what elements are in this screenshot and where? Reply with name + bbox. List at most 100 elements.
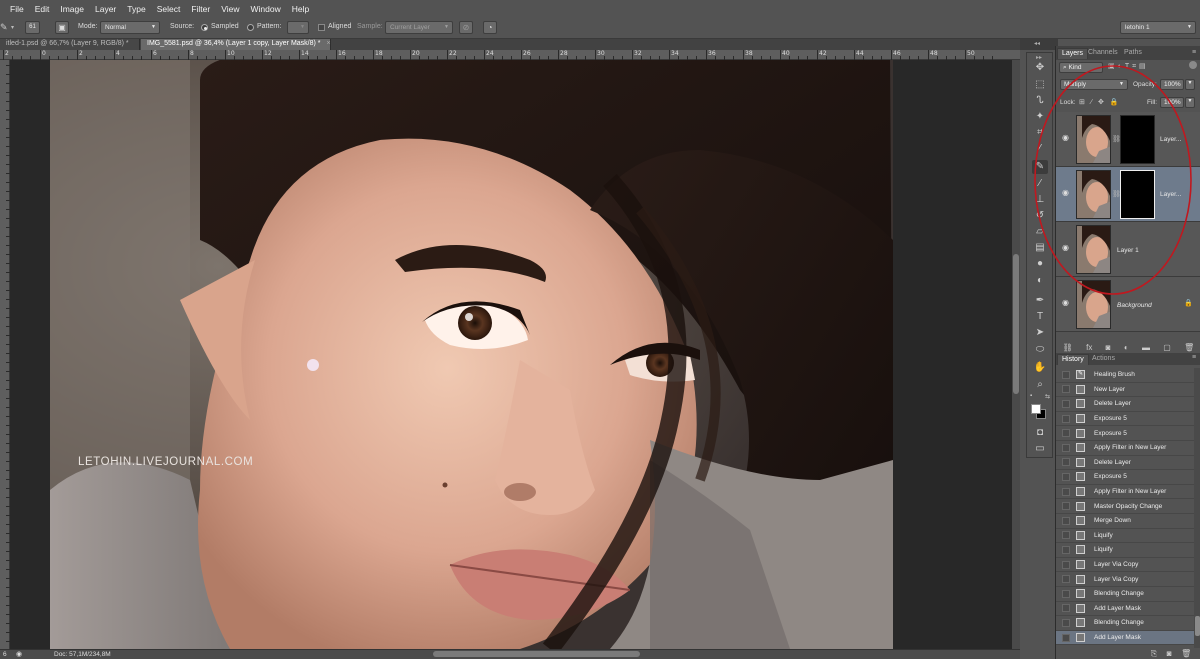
link-layers-icon[interactable]: ⛓ bbox=[1063, 343, 1073, 352]
tab-channels[interactable]: Channels bbox=[1084, 48, 1122, 59]
panel-collapse-strip[interactable]: ◂◂ bbox=[1020, 39, 1058, 50]
menu-window[interactable]: Window bbox=[250, 4, 280, 14]
history-state-checkbox[interactable] bbox=[1062, 516, 1070, 525]
history-state-checkbox[interactable] bbox=[1062, 502, 1070, 511]
history-state-checkbox[interactable] bbox=[1062, 575, 1070, 584]
history-item[interactable]: New Layer bbox=[1056, 382, 1194, 398]
history-item[interactable]: Delete Layer bbox=[1056, 397, 1194, 412]
menu-select[interactable]: Select bbox=[157, 4, 181, 14]
swap-colors-icon[interactable]: ⇆ bbox=[1045, 393, 1050, 400]
healing-brush-tool-icon[interactable]: ✎ bbox=[0, 22, 10, 34]
hand-tool-icon[interactable]: ✋ bbox=[1032, 361, 1048, 375]
sample-select[interactable]: Current Layer ▼ bbox=[385, 21, 453, 34]
history-state-checkbox[interactable] bbox=[1062, 370, 1070, 379]
eye-icon[interactable]: ◉ bbox=[1062, 299, 1072, 307]
menu-type[interactable]: Type bbox=[127, 4, 145, 14]
menu-file[interactable]: File bbox=[10, 4, 24, 14]
menu-image[interactable]: Image bbox=[60, 4, 84, 14]
quick-mask-icon[interactable]: ◘ bbox=[1032, 426, 1048, 440]
tab-history[interactable]: History bbox=[1057, 354, 1089, 365]
history-item[interactable]: Master Opacity Change bbox=[1056, 499, 1194, 514]
history-item[interactable]: Merge Down bbox=[1056, 514, 1194, 529]
mode-select[interactable]: Normal ▼ bbox=[100, 21, 160, 34]
history-state-checkbox[interactable] bbox=[1062, 399, 1070, 408]
history-item[interactable]: Exposure 5 bbox=[1056, 470, 1194, 485]
clone-source-panel-icon[interactable]: ▣ bbox=[55, 21, 69, 34]
delete-layer-icon[interactable]: 🗑 bbox=[1184, 343, 1194, 352]
history-state-checkbox[interactable] bbox=[1062, 604, 1070, 613]
new-document-from-state-icon[interactable]: ⎘ bbox=[1151, 649, 1157, 659]
history-item[interactable]: ✎ Healing Brush bbox=[1056, 368, 1194, 383]
fx-icon[interactable]: fx bbox=[1086, 343, 1092, 352]
horizontal-scroll-thumb[interactable] bbox=[433, 651, 640, 657]
history-item[interactable]: Exposure 5 bbox=[1056, 426, 1194, 441]
snapshot-icon[interactable]: ◙ bbox=[1167, 649, 1172, 659]
aligned-checkbox[interactable] bbox=[318, 24, 325, 31]
brush-size-picker[interactable]: 61 bbox=[25, 21, 40, 34]
vertical-scroll-thumb[interactable] bbox=[1013, 254, 1019, 394]
adjustment-layer-icon[interactable]: ◐ bbox=[1124, 343, 1129, 352]
screen-mode-icon[interactable]: ▭ bbox=[1032, 442, 1048, 456]
zoom-tool-icon[interactable]: ⌕ bbox=[1032, 378, 1048, 392]
history-item[interactable]: Add Layer Mask bbox=[1056, 601, 1194, 617]
history-state-checkbox[interactable] bbox=[1062, 589, 1070, 598]
layer-name[interactable]: Background bbox=[1117, 302, 1152, 309]
new-group-icon[interactable]: ▬ bbox=[1142, 343, 1150, 352]
history-state-checkbox[interactable] bbox=[1062, 385, 1070, 394]
panel-menu-icon[interactable]: ≡ bbox=[1192, 49, 1196, 56]
tab-actions[interactable]: Actions bbox=[1088, 354, 1119, 365]
new-layer-icon[interactable]: ▢ bbox=[1163, 343, 1171, 352]
history-item[interactable]: Apply Filter in New Layer bbox=[1056, 484, 1194, 500]
history-state-checkbox[interactable] bbox=[1062, 633, 1070, 642]
default-colors-icon[interactable]: ▪ bbox=[1030, 393, 1032, 399]
history-state-checkbox[interactable] bbox=[1062, 618, 1070, 627]
tab-img-5581[interactable]: IMG_5581.psd @ 36,4% (Layer 1 copy, Laye… bbox=[141, 39, 331, 50]
history-scrollbar[interactable] bbox=[1194, 368, 1200, 648]
history-state-checkbox[interactable] bbox=[1062, 472, 1070, 481]
history-item[interactable]: Add Layer Mask bbox=[1056, 630, 1194, 646]
history-state-checkbox[interactable] bbox=[1062, 531, 1070, 540]
delete-state-icon[interactable]: 🗑 bbox=[1181, 649, 1191, 659]
toolbar-collapse-icon[interactable]: ▸▸ bbox=[1036, 54, 1042, 61]
pattern-picker[interactable]: ▼ bbox=[287, 21, 309, 34]
doc-info[interactable]: Doc: 57,1M/234,8M bbox=[54, 651, 111, 658]
source-pattern-radio[interactable] bbox=[247, 24, 254, 31]
history-item[interactable]: Blending Change bbox=[1056, 587, 1194, 602]
menu-help[interactable]: Help bbox=[292, 4, 309, 14]
foreground-color-swatch[interactable] bbox=[1031, 404, 1041, 414]
history-item[interactable]: Layer Via Copy bbox=[1056, 557, 1194, 573]
menu-layer[interactable]: Layer bbox=[95, 4, 116, 14]
ignore-adjustment-layers-icon[interactable]: ⊘ bbox=[459, 21, 473, 34]
history-state-checkbox[interactable] bbox=[1062, 458, 1070, 467]
tab-paths[interactable]: Paths bbox=[1120, 48, 1146, 59]
menu-view[interactable]: View bbox=[221, 4, 239, 14]
history-item[interactable]: Liquify bbox=[1056, 543, 1194, 558]
history-item[interactable]: Blending Change bbox=[1056, 616, 1194, 631]
menu-filter[interactable]: Filter bbox=[191, 4, 210, 14]
tool-preset-arrow-icon[interactable]: ▾ bbox=[11, 24, 14, 31]
add-mask-icon[interactable]: ◙ bbox=[1106, 343, 1111, 352]
path-selection-tool-icon[interactable]: ➤ bbox=[1032, 326, 1048, 340]
source-sampled-radio[interactable] bbox=[201, 24, 208, 31]
close-icon[interactable]: × bbox=[327, 40, 331, 47]
tab-untitled[interactable]: itled-1.psd @ 66,7% (Layer 9, RGB/8) * bbox=[0, 39, 140, 50]
portrait-photo[interactable] bbox=[50, 60, 893, 649]
pressure-icon[interactable]: ◔ bbox=[483, 21, 497, 34]
history-scroll-thumb[interactable] bbox=[1195, 616, 1200, 636]
workspace-select[interactable]: letohin 1 ▼ bbox=[1120, 21, 1196, 34]
history-state-checkbox[interactable] bbox=[1062, 487, 1070, 496]
history-state-checkbox[interactable] bbox=[1062, 545, 1070, 554]
type-tool-icon[interactable]: T bbox=[1032, 310, 1048, 324]
canvas-area[interactable]: LETOHIN.LIVEJOURNAL.COM bbox=[10, 60, 1020, 649]
history-state-checkbox[interactable] bbox=[1062, 414, 1070, 423]
history-state-checkbox[interactable] bbox=[1062, 429, 1070, 438]
shape-tool-icon[interactable]: ⬭ bbox=[1032, 343, 1048, 357]
zoom-level[interactable]: 6 bbox=[3, 651, 7, 658]
history-item[interactable]: Apply Filter in New Layer bbox=[1056, 441, 1194, 456]
collapse-arrows-icon[interactable]: ◂◂ bbox=[1034, 40, 1040, 47]
history-item[interactable]: Liquify bbox=[1056, 528, 1194, 544]
history-item[interactable]: Exposure 5 bbox=[1056, 411, 1194, 427]
history-menu-icon[interactable]: ≡ bbox=[1192, 354, 1196, 361]
history-state-checkbox[interactable] bbox=[1062, 443, 1070, 452]
history-state-checkbox[interactable] bbox=[1062, 560, 1070, 569]
